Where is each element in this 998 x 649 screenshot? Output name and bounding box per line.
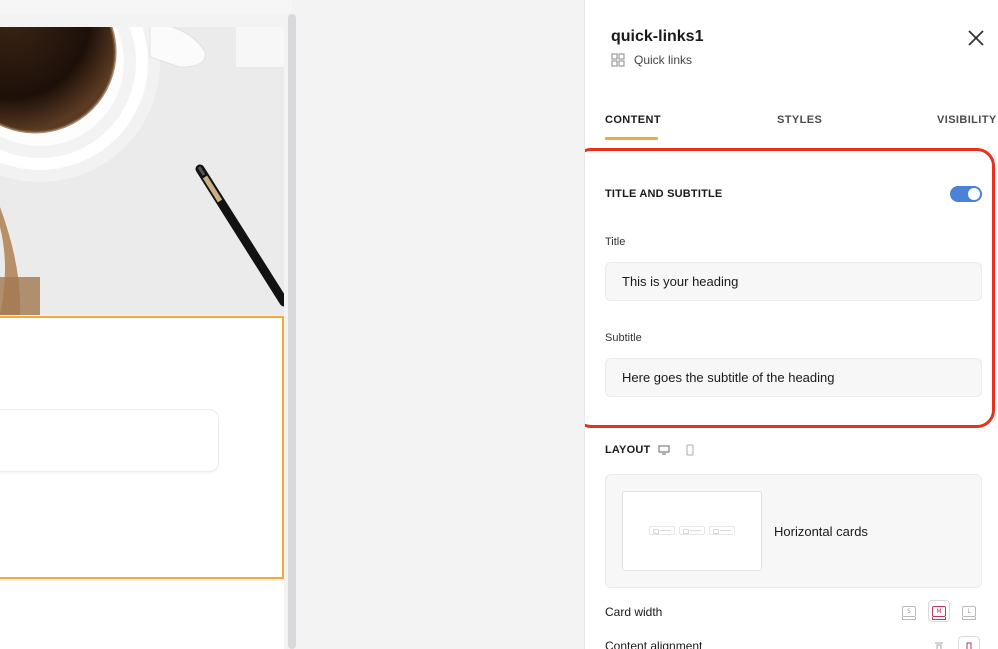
grid-icon <box>611 53 625 67</box>
next-section[interactable] <box>0 581 284 649</box>
active-tab-indicator <box>605 137 658 140</box>
panel-tabs: CONTENT STYLES VISIBILITY <box>605 110 998 142</box>
quick-link-card[interactable] <box>0 409 219 472</box>
card-width-label: Card width <box>605 605 663 619</box>
layout-thumbnail <box>622 491 762 571</box>
size-m-icon: M <box>932 605 946 620</box>
align-center-button[interactable] <box>958 636 980 649</box>
card-width-medium-button[interactable]: M <box>928 600 950 622</box>
size-l-icon: L <box>962 605 976 620</box>
thumb-card <box>649 526 675 535</box>
canvas-scrollbar[interactable] <box>288 14 296 649</box>
tab-content[interactable]: CONTENT <box>605 114 661 126</box>
size-s-icon: S <box>902 605 916 620</box>
component-type-label: Quick links <box>634 53 693 67</box>
title-subtitle-toggle[interactable] <box>950 186 982 202</box>
component-type: Quick links <box>611 53 692 67</box>
layout-heading: LAYOUT <box>605 444 696 456</box>
canvas-top-strip <box>0 0 292 14</box>
thumb-card <box>679 526 705 535</box>
align-center-icon <box>966 642 972 649</box>
layout-heading-label: LAYOUT <box>605 444 651 456</box>
quick-links-section-selected[interactable] <box>0 316 284 579</box>
title-field[interactable]: This is your heading <box>605 262 982 301</box>
close-button[interactable] <box>965 27 987 49</box>
mobile-icon[interactable] <box>684 444 696 456</box>
subtitle-field-label: Subtitle <box>605 332 642 344</box>
desktop-icon[interactable] <box>658 445 670 455</box>
layout-name: Horizontal cards <box>774 524 868 539</box>
tab-styles[interactable]: STYLES <box>777 114 822 126</box>
settings-panel: quick-links1 Quick links CONTENT STYLES … <box>584 0 998 649</box>
align-top-icon <box>935 642 943 649</box>
tab-visibility[interactable]: VISIBILITY <box>937 114 997 126</box>
layout-selector[interactable]: Horizontal cards <box>605 474 982 588</box>
editor-canvas <box>0 0 584 649</box>
subtitle-field[interactable]: Here goes the subtitle of the heading <box>605 358 982 397</box>
coffee-desk-photo <box>0 27 284 315</box>
card-width-large-button[interactable]: L <box>958 600 980 622</box>
close-icon <box>968 30 984 46</box>
panel-title: quick-links1 <box>611 28 704 45</box>
title-subtitle-heading: TITLE AND SUBTITLE <box>605 188 723 200</box>
title-field-label: Title <box>605 236 626 248</box>
card-width-small-button[interactable]: S <box>898 600 920 622</box>
hero-image[interactable] <box>0 27 284 315</box>
thumb-card <box>709 526 735 535</box>
content-alignment-label: Content alignment <box>605 639 703 649</box>
align-top-button[interactable] <box>928 636 950 649</box>
